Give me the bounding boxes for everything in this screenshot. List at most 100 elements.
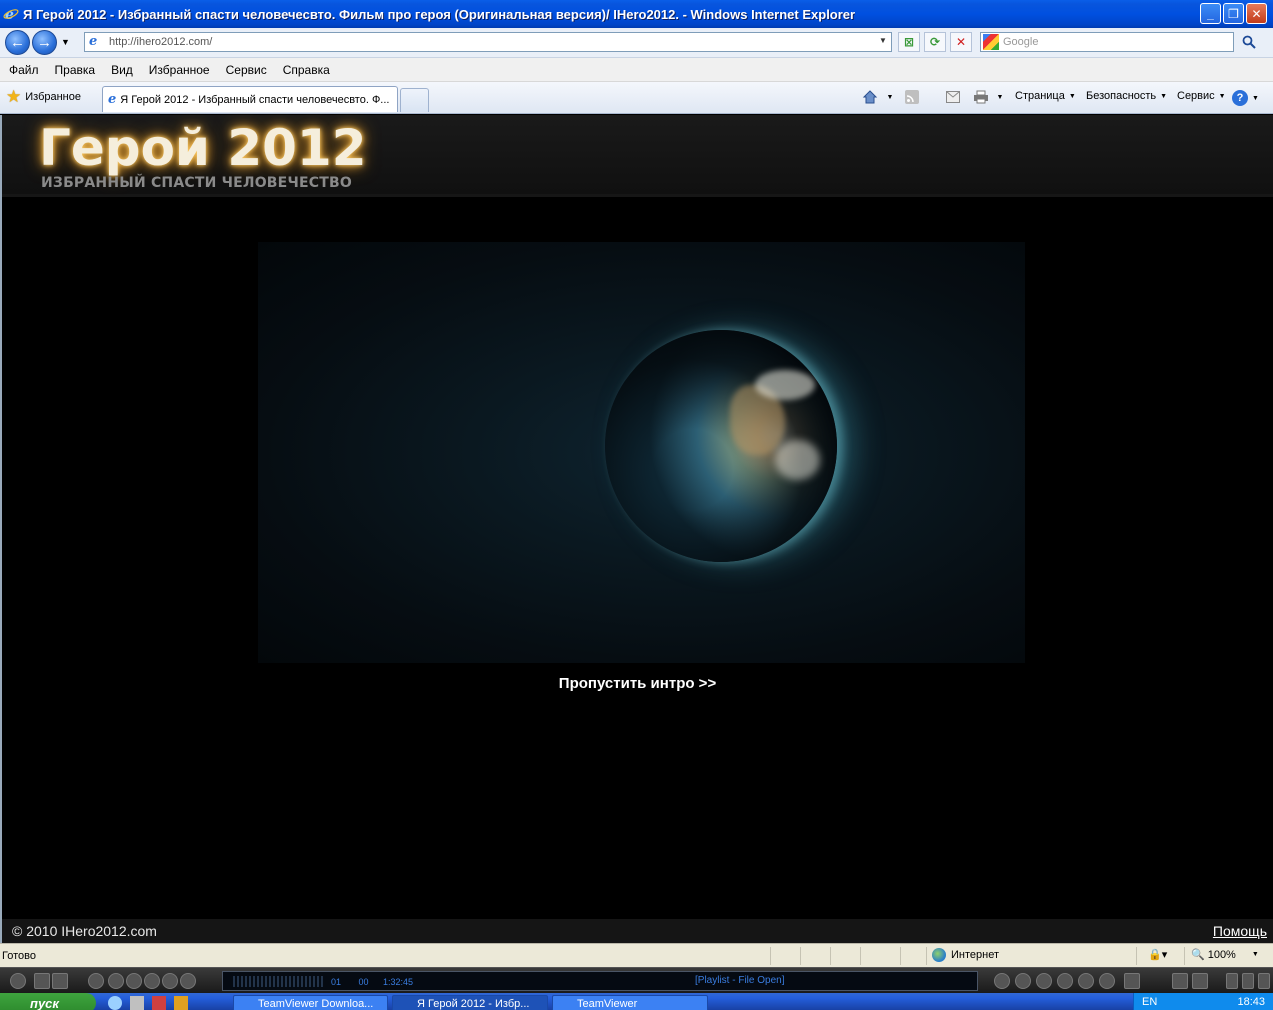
stop-icon: ✕ xyxy=(955,35,967,49)
help-menu[interactable]: ? ▼ xyxy=(1232,90,1259,106)
ie-icon: e xyxy=(3,6,19,23)
player-effects-icon[interactable] xyxy=(144,973,160,989)
search-input[interactable]: Google xyxy=(980,32,1234,52)
quicklaunch-icon-4[interactable] xyxy=(174,996,188,1010)
tab-active[interactable]: e Я Герой 2012 - Избранный спасти челове… xyxy=(102,86,398,112)
refresh-button[interactable]: ⟳ xyxy=(924,32,946,52)
zoom-level: 100% xyxy=(1207,948,1236,961)
menu-file[interactable]: Файл xyxy=(9,63,39,77)
player-close-icon[interactable] xyxy=(1258,973,1270,989)
player-button-1[interactable] xyxy=(34,973,50,989)
menu-tools[interactable]: Сервис xyxy=(226,63,267,77)
menu-bar: Файл Правка Вид Избранное Сервис Справка xyxy=(0,58,1273,82)
player-open-icon[interactable] xyxy=(88,973,104,989)
page-content: Герой 2012 ИЗБРАННЫЙ СПАСТИ ЧЕЛОВЕЧЕСТВО… xyxy=(0,115,1273,943)
address-url: http://ihero2012.com/ xyxy=(109,36,213,48)
safety-menu[interactable]: Безопасность ▼ xyxy=(1086,90,1167,102)
system-tray: EN 18:43 xyxy=(1133,993,1273,1010)
zoom-dropdown-icon: ▼ xyxy=(1251,951,1259,958)
history-dropdown-icon[interactable]: ▼ xyxy=(61,37,70,47)
globe-icon xyxy=(932,948,946,962)
player-logo-icon[interactable] xyxy=(10,973,26,989)
menu-favorites[interactable]: Избранное xyxy=(149,63,210,77)
page-menu[interactable]: Страница ▼ xyxy=(1015,90,1076,102)
search-button[interactable] xyxy=(1238,32,1260,52)
stop-button[interactable]: ✕ xyxy=(950,32,972,52)
menu-edit[interactable]: Правка xyxy=(55,63,96,77)
start-button[interactable]: пуск xyxy=(0,993,96,1010)
security-zone[interactable]: Интернет xyxy=(932,948,999,962)
caret-down-icon: ▼ xyxy=(1252,94,1259,102)
skip-intro-link[interactable]: Пропустить интро >> xyxy=(2,675,1273,692)
read-mail-button[interactable] xyxy=(944,88,962,106)
taskbar-item-teamviewer-download[interactable]: TeamViewer Downloa... xyxy=(233,995,388,1010)
feeds-button[interactable] xyxy=(903,88,921,106)
home-button[interactable] xyxy=(861,88,879,106)
menu-help[interactable]: Справка xyxy=(283,63,330,77)
earth-image xyxy=(605,330,837,562)
taskbar-item-ie[interactable]: Я Герой 2012 - Избр... xyxy=(392,995,548,1010)
compatibility-view-button[interactable]: ⊠ xyxy=(898,32,920,52)
quicklaunch-ie-icon[interactable] xyxy=(108,996,122,1010)
compat-icon: ⊠ xyxy=(903,35,915,49)
player-record-icon[interactable] xyxy=(126,973,142,989)
quicklaunch-icon-2[interactable] xyxy=(130,996,144,1010)
player-minimize-icon[interactable] xyxy=(1226,973,1238,989)
window-title: Я Герой 2012 - Избранный спасти человече… xyxy=(23,6,856,22)
status-text: Готово xyxy=(2,949,36,962)
forward-button[interactable]: → xyxy=(32,30,57,55)
stop-playback-icon[interactable] xyxy=(1015,973,1031,989)
player-button-2[interactable] xyxy=(52,973,68,989)
svg-text:e: e xyxy=(5,7,14,22)
close-button[interactable]: ✕ xyxy=(1246,3,1267,24)
track-number: 01 00 xyxy=(331,977,369,987)
copyright-text: © 2010 IHero2012.com xyxy=(12,923,157,939)
print-button[interactable] xyxy=(972,88,990,106)
eject-icon[interactable] xyxy=(1099,973,1115,989)
start-label: пуск xyxy=(30,996,59,1010)
language-indicator[interactable]: EN xyxy=(1142,996,1157,1008)
player-pl-icon[interactable] xyxy=(1192,973,1208,989)
favorites-button[interactable]: ★ Избранное xyxy=(6,88,81,105)
forward-arrow-icon: → xyxy=(37,34,52,51)
next-icon[interactable] xyxy=(1057,973,1073,989)
tab-page-icon: e xyxy=(108,92,117,107)
quicklaunch-icon-3[interactable] xyxy=(152,996,166,1010)
fast-forward-icon[interactable] xyxy=(1078,973,1094,989)
media-player-bar: 01 00 1:32:45 [Playlist - File Open] xyxy=(0,967,1273,993)
taskbar-item-teamviewer[interactable]: TeamViewer xyxy=(552,995,708,1010)
clock: 18:43 xyxy=(1237,996,1265,1008)
chapter-number-value: 00 xyxy=(358,977,369,987)
player-capture-icon[interactable] xyxy=(162,973,178,989)
print-dropdown-icon[interactable]: ▼ xyxy=(991,88,1009,106)
minimize-button[interactable]: _ xyxy=(1200,3,1221,24)
address-dropdown-icon[interactable]: ▼ xyxy=(877,36,889,48)
refresh-icon: ⟳ xyxy=(929,35,941,49)
prev-icon[interactable] xyxy=(994,973,1010,989)
player-settings-icon[interactable] xyxy=(108,973,124,989)
protected-mode-icon[interactable]: 🔒▾ xyxy=(1148,948,1167,961)
safety-menu-label: Безопасность xyxy=(1086,90,1157,102)
back-button[interactable]: ← xyxy=(5,30,30,55)
home-dropdown-icon[interactable]: ▼ xyxy=(881,88,899,106)
address-toolbar: ← → ▼ e http://ihero2012.com/ ▼ ⊠ ⟳ ✕ Go… xyxy=(0,28,1273,58)
player-repeat-icon[interactable] xyxy=(180,973,196,989)
new-tab-button[interactable] xyxy=(400,88,429,112)
maximize-button[interactable]: ❐ xyxy=(1223,3,1244,24)
intro-video[interactable] xyxy=(258,242,1025,663)
player-mc-icon[interactable] xyxy=(1172,973,1188,989)
caret-down-icon: ▼ xyxy=(1068,92,1076,100)
tools-menu[interactable]: Сервис ▼ xyxy=(1177,90,1226,102)
mail-icon xyxy=(946,91,960,103)
zoom-control[interactable]: 🔍 100% ▼ xyxy=(1191,948,1259,962)
play-pause-icon[interactable] xyxy=(1036,973,1052,989)
volume-icon[interactable] xyxy=(1124,973,1140,989)
tools-menu-label: Сервис xyxy=(1177,90,1215,102)
caret-down-icon: ▼ xyxy=(1160,92,1168,100)
menu-view[interactable]: Вид xyxy=(111,63,133,77)
player-maximize-icon[interactable] xyxy=(1242,973,1254,989)
equalizer-visual xyxy=(233,976,323,987)
help-link[interactable]: Помощь xyxy=(1213,923,1267,939)
site-logo-title[interactable]: Герой 2012 xyxy=(39,119,367,177)
address-bar[interactable]: e http://ihero2012.com/ ▼ xyxy=(84,32,892,52)
